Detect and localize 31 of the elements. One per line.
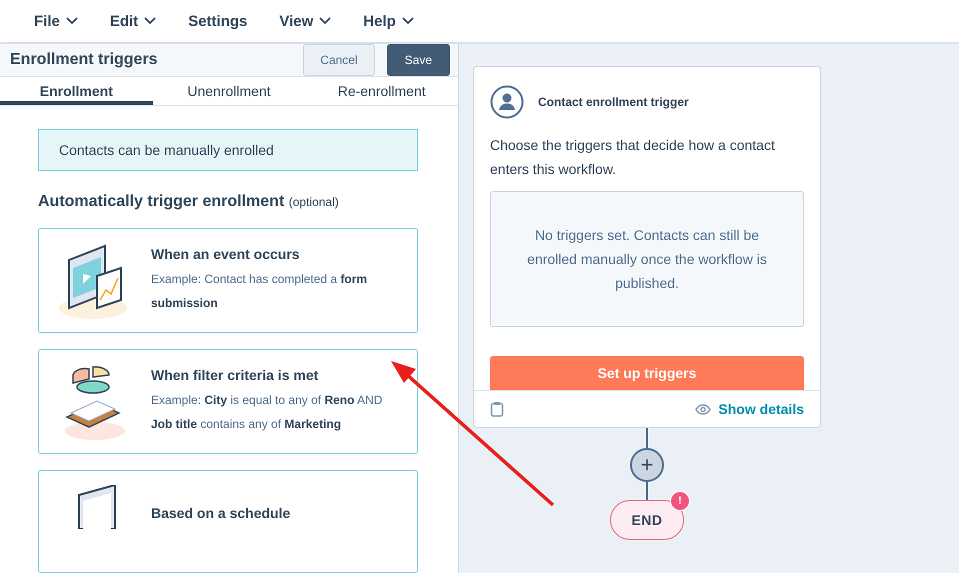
tab[interactable]: Enrollment (0, 77, 153, 105)
menu-item[interactable]: File (22, 8, 90, 34)
show-details-link[interactable]: Show details (695, 401, 804, 417)
option-title: When an event occurs (151, 246, 301, 262)
add-step-button[interactable]: + (630, 448, 664, 482)
card-title: Contact enrollment trigger (538, 95, 689, 109)
menu-item[interactable]: Edit (98, 8, 168, 34)
tab[interactable]: Unenrollment (152, 77, 306, 105)
empty-state-message: No triggers set. Contacts can still be enrolled manually once the workflow is published. (490, 191, 804, 327)
panel-title: Enrollment triggers (10, 51, 158, 69)
card-description: Choose the triggers that decide how a contact enters this workflow. (490, 136, 776, 179)
menu-item[interactable]: Help (351, 8, 426, 34)
option-title: When filter criteria is met (151, 367, 320, 383)
trigger-option-card[interactable]: When an event occurs Example: Contact has completed a form submission (38, 228, 418, 333)
tab[interactable]: Re-enrollment (305, 77, 458, 105)
menu-item[interactable]: Settings (176, 8, 260, 34)
option-description: Example: City is equal to any of Reno AND Job title contains any of Marketing (151, 392, 384, 433)
eye-icon (695, 404, 712, 414)
section-title: Automatically trigger enrollment (38, 193, 284, 210)
optional-note: (optional) (288, 195, 339, 209)
save-button[interactable]: Save (386, 44, 450, 76)
clipboard-icon[interactable] (490, 401, 504, 417)
option-title: Based on a schedule (151, 505, 292, 521)
info-banner: Contacts can be manually enrolled (38, 129, 418, 171)
trigger-option-card[interactable]: When filter criteria is met Example: City is equal to any of Reno AND Job title contains any of Marketing (38, 349, 418, 454)
cancel-button[interactable]: Cancel (303, 44, 375, 76)
alert-badge: ! (670, 491, 690, 511)
trigger-option-card[interactable]: Based on a schedule (38, 470, 418, 573)
menu-item[interactable]: View (267, 8, 344, 34)
option-description: Example: Contact has completed a form submission (151, 271, 368, 312)
person-icon (490, 85, 524, 119)
